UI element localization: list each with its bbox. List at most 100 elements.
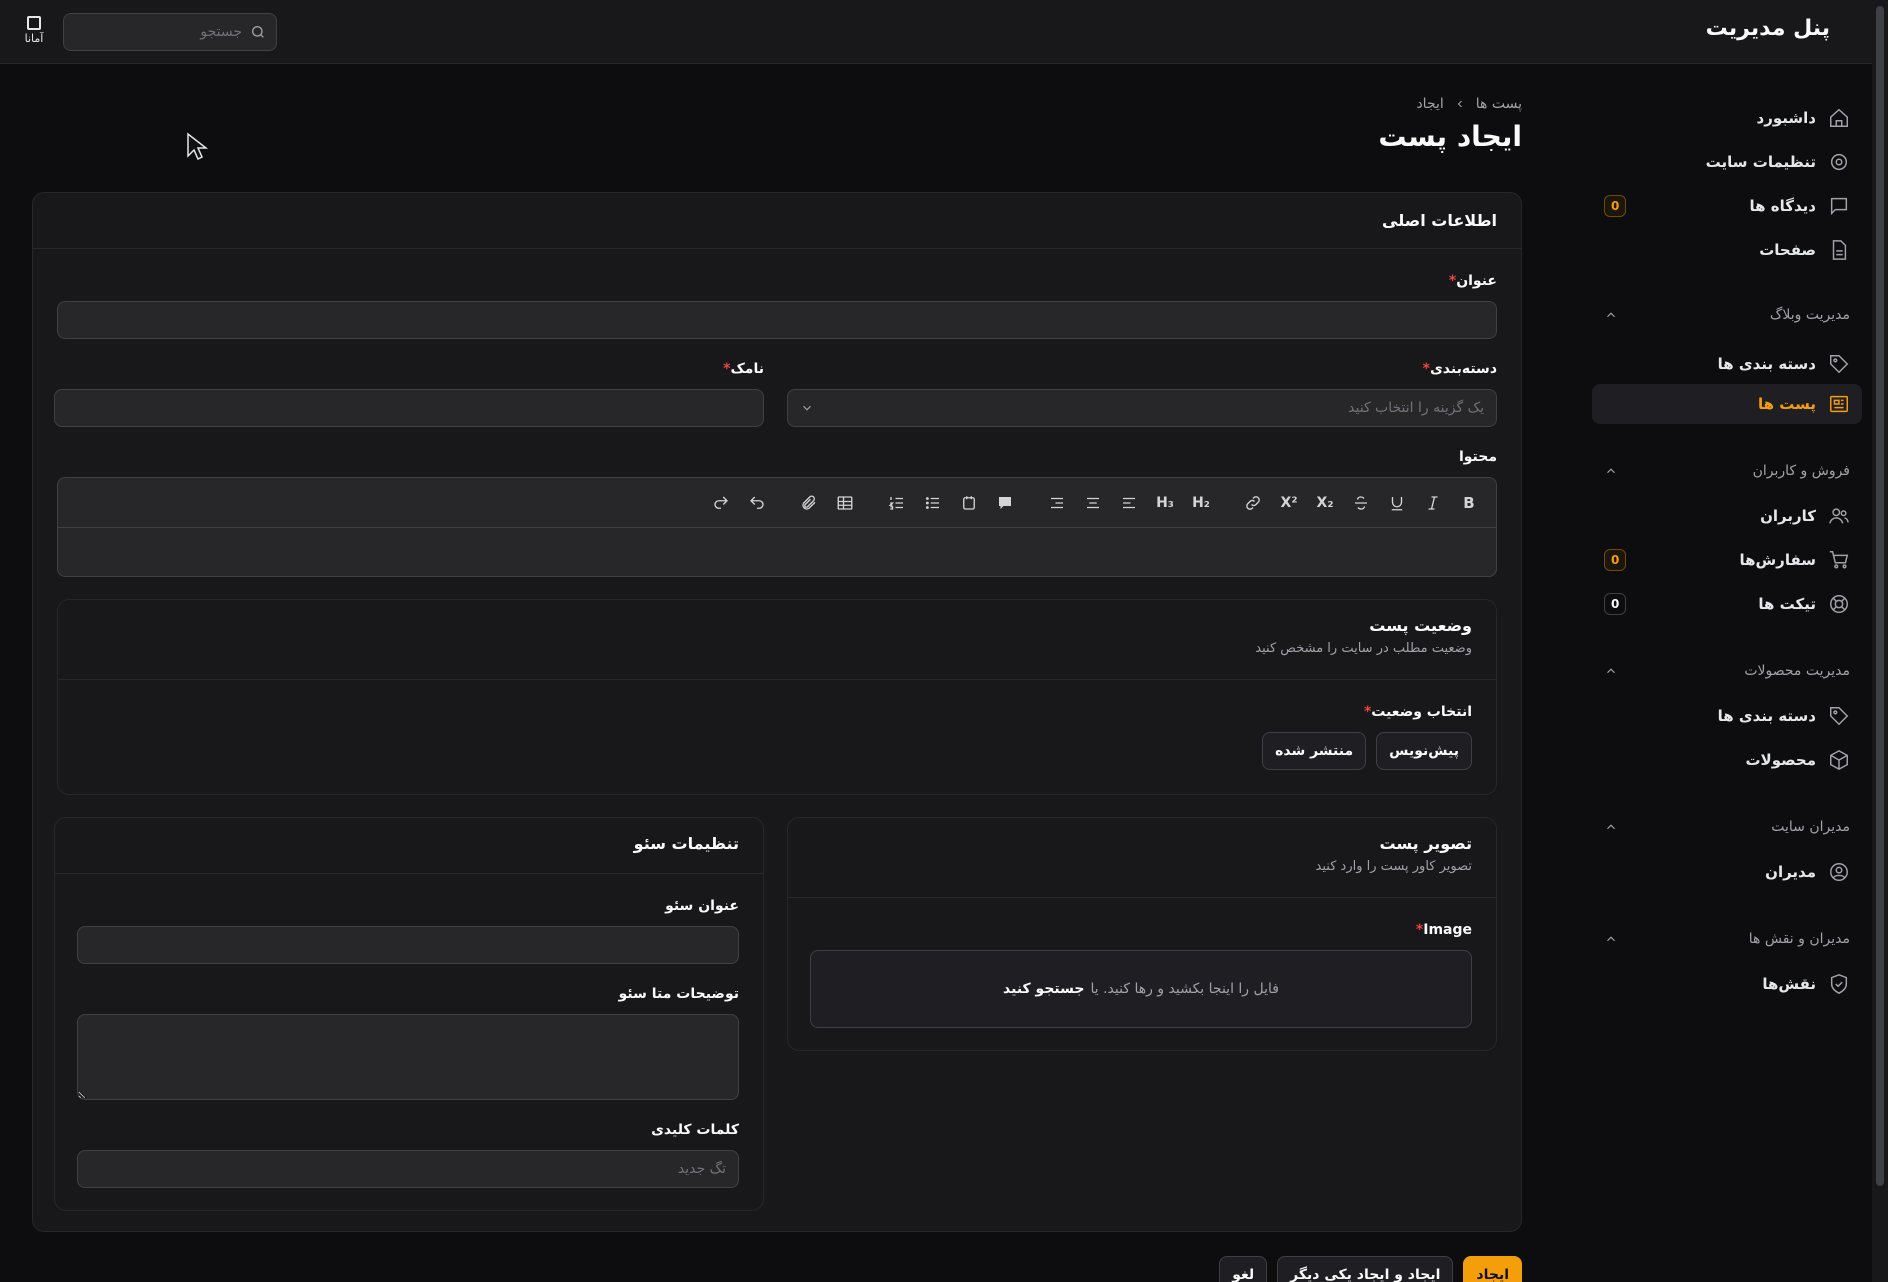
undo-icon[interactable]: [742, 488, 772, 518]
sidebar-item-pages[interactable]: صفحات: [1592, 230, 1862, 270]
image-title: تصویر پست: [1379, 834, 1472, 853]
logo-text: آمانا: [24, 32, 44, 45]
blockquote-icon[interactable]: [990, 488, 1020, 518]
main-info-card: اطلاعات اصلی عنوان* دسته‌بندی* یک گزینه …: [32, 192, 1522, 1232]
chevron-down-icon: [800, 401, 814, 415]
meta-desc-textarea[interactable]: [77, 1014, 739, 1100]
status-draft-button[interactable]: پیش‌نویس: [1376, 732, 1472, 770]
sidebar-item-comments[interactable]: دیدگاه ها 0: [1592, 186, 1862, 226]
group-title: مدیران و نقش ها: [1748, 931, 1850, 947]
create-another-button[interactable]: ایجاد و ایجاد یکی دیگر: [1277, 1256, 1454, 1282]
rich-text-editor: B X₂ X² H₂ H₃: [57, 477, 1497, 577]
align-right-icon[interactable]: [1042, 488, 1072, 518]
logo[interactable]: آمانا: [20, 16, 48, 48]
page-title: ایجاد پست: [1378, 120, 1522, 153]
sidebar-item-admins[interactable]: مدیران: [1592, 852, 1862, 892]
sidebar-item-label: مدیران: [1765, 863, 1816, 881]
ordered-list-icon[interactable]: [882, 488, 912, 518]
align-center-icon[interactable]: [1078, 488, 1108, 518]
sidebar-item-label: داشبورد: [1756, 109, 1816, 127]
chevron-up-icon: [1604, 820, 1618, 834]
cancel-button[interactable]: لغو: [1219, 1256, 1268, 1282]
title-input[interactable]: [57, 301, 1497, 339]
seo-section: تنظیمات سئو عنوان سئو توضیحات متا سئو کل…: [54, 817, 764, 1211]
sidebar-item-posts[interactable]: پست ها: [1592, 384, 1862, 424]
bold-button[interactable]: B: [1454, 488, 1484, 518]
image-desc: تصویر کاور پست را وارد کنید: [1315, 859, 1472, 874]
tag-icon: [1828, 353, 1850, 375]
group-title: مدیریت محصولات: [1744, 663, 1850, 679]
cart-icon: [1828, 549, 1850, 571]
sidebar-item-site-settings[interactable]: تنظیمات سایت: [1592, 142, 1862, 182]
editor-content-area[interactable]: [58, 528, 1496, 576]
link-icon[interactable]: [1238, 488, 1268, 518]
search-box[interactable]: [63, 13, 277, 51]
status-title: وضعیت پست: [1369, 616, 1472, 635]
sidebar-item-dashboard[interactable]: داشبورد: [1592, 98, 1862, 138]
sidebar-item-tickets[interactable]: تیکت ها 0: [1592, 584, 1862, 624]
heading-3-button[interactable]: H₃: [1150, 488, 1180, 518]
scrollbar-thumb[interactable]: [1876, 6, 1884, 1186]
sidebar-item-label: دسته بندی ها: [1717, 355, 1816, 373]
category-select[interactable]: یک گزینه را انتخاب کنید: [787, 389, 1497, 427]
comments-badge: 0: [1604, 195, 1627, 217]
brand-title: پنل مدیریت: [1705, 16, 1830, 41]
status-section: وضعیت پست وضعیت مطلب در سایت را مشخص کنی…: [57, 599, 1497, 795]
sidebar-item-blog-categories[interactable]: دسته بندی ها: [1592, 344, 1862, 384]
sidebar-item-label: پست ها: [1757, 395, 1816, 413]
align-left-icon[interactable]: [1114, 488, 1144, 518]
sidebar-item-roles[interactable]: نقش‌ها: [1592, 964, 1862, 1004]
attach-icon[interactable]: [794, 488, 824, 518]
table-icon[interactable]: [830, 488, 860, 518]
search-input[interactable]: [68, 24, 242, 40]
italic-button[interactable]: [1418, 488, 1448, 518]
slug-input[interactable]: [54, 389, 764, 427]
shield-icon: [1828, 973, 1850, 995]
seo-title-input[interactable]: [77, 926, 739, 964]
sidebar-item-products[interactable]: محصولات: [1592, 740, 1862, 780]
mouse-cursor-icon: [187, 132, 208, 161]
category-label: دسته‌بندی*: [1422, 361, 1497, 377]
status-field-label: انتخاب وضعیت*: [1363, 704, 1472, 720]
sidebar-item-product-categories[interactable]: دسته بندی ها: [1592, 696, 1862, 736]
tickets-badge: 0: [1604, 593, 1627, 615]
bullet-list-icon[interactable]: [918, 488, 948, 518]
home-icon: [1828, 107, 1850, 129]
code-block-icon[interactable]: [954, 488, 984, 518]
browse-link[interactable]: جستجو کنید: [1003, 981, 1084, 997]
sidebar-item-orders[interactable]: سفارش‌ها 0: [1592, 540, 1862, 580]
slug-label: نامک*: [723, 361, 764, 377]
group-blog[interactable]: مدیریت وبلاگ: [1592, 300, 1862, 330]
strike-button[interactable]: [1346, 488, 1376, 518]
user-circle-icon: [1828, 861, 1850, 883]
redo-icon[interactable]: [706, 488, 736, 518]
heading-2-button[interactable]: H₂: [1186, 488, 1216, 518]
group-sales[interactable]: فروش و کاربران: [1592, 456, 1862, 486]
gear-icon: [1828, 151, 1850, 173]
subscript-button[interactable]: X₂: [1310, 488, 1340, 518]
seo-title-label: عنوان سئو: [665, 898, 739, 914]
comment-icon: [1828, 195, 1850, 217]
file-icon: [1828, 239, 1850, 261]
image-section-head: تصویر پست تصویر کاور پست را وارد کنید: [788, 818, 1496, 898]
keywords-input[interactable]: [77, 1150, 739, 1188]
group-site-admins[interactable]: مدیران سایت: [1592, 812, 1862, 842]
breadcrumb-posts[interactable]: پست ها: [1476, 96, 1522, 112]
group-products[interactable]: مدیریت محصولات: [1592, 656, 1862, 686]
sidebar-item-label: تنظیمات سایت: [1705, 153, 1816, 171]
create-button[interactable]: ایجاد: [1463, 1256, 1522, 1282]
sidebar-item-users[interactable]: کاربران: [1592, 496, 1862, 536]
underline-button[interactable]: [1382, 488, 1412, 518]
image-dropzone[interactable]: فایل را اینجا بکشید و رها کنید. یا جستجو…: [810, 950, 1472, 1028]
status-published-button[interactable]: منتشر شده: [1262, 732, 1367, 770]
status-section-head: وضعیت پست وضعیت مطلب در سایت را مشخص کنی…: [58, 600, 1496, 680]
group-title: مدیران سایت: [1771, 819, 1850, 835]
category-placeholder: یک گزینه را انتخاب کنید: [1348, 400, 1484, 416]
image-field-label: Image*: [1415, 922, 1472, 938]
group-roles[interactable]: مدیران و نقش ها: [1592, 924, 1862, 954]
superscript-button[interactable]: X²: [1274, 488, 1304, 518]
page-scrollbar[interactable]: [1872, 0, 1888, 1282]
search-icon: [250, 24, 266, 40]
sidebar-item-label: محصولات: [1745, 751, 1816, 769]
status-desc: وضعیت مطلب در سایت را مشخص کنید: [1255, 641, 1472, 656]
